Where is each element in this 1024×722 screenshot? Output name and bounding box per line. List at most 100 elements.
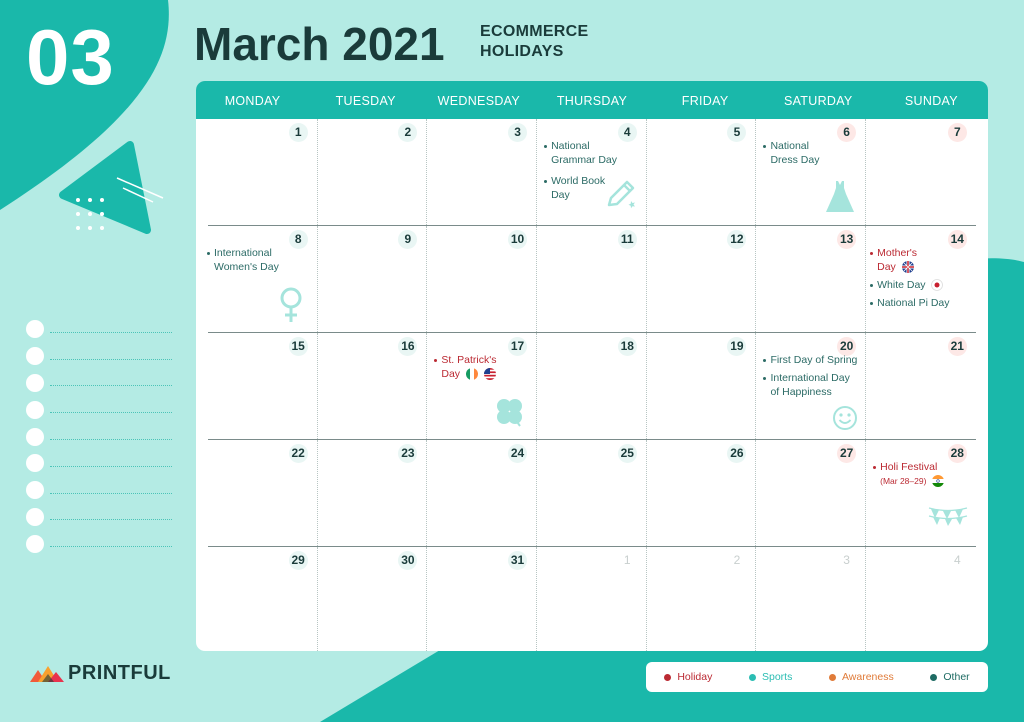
day-cell[interactable]: 2 — [318, 119, 428, 225]
india-flag-icon — [932, 475, 945, 488]
day-cell[interactable]: 21 — [866, 333, 976, 439]
day-cell[interactable]: 22 — [208, 440, 318, 546]
note-bullet — [26, 481, 44, 500]
legend-label: Holiday — [677, 671, 713, 683]
note-bullet — [26, 347, 44, 366]
day-cell[interactable]: 3 — [427, 119, 538, 225]
day-cell: 2 — [647, 547, 757, 651]
legend-item-holiday: Holiday — [664, 671, 712, 683]
day-number: 23 — [398, 444, 418, 463]
note-bullet — [26, 507, 44, 526]
day-cell[interactable]: 18 — [537, 333, 647, 439]
weekday-sunday: SUNDAY — [904, 94, 958, 108]
event-mothers-day: Mother's Day — [870, 246, 917, 274]
day-cell[interactable]: 20 First Day of Spring International Day… — [756, 333, 867, 439]
day-number: 7 — [947, 123, 967, 142]
day-number: 4 — [617, 123, 637, 142]
note-line — [50, 385, 172, 387]
day-cell[interactable]: 16 — [318, 333, 428, 439]
event-line: St. Patrick's — [441, 354, 497, 366]
calendar-grid: 1 2 3 4 National Grammar Day World Book Da… — [207, 119, 976, 651]
note-line — [50, 492, 172, 494]
event-line: Holi Festival — [880, 461, 938, 473]
event-international-day-of-happiness: International Day of Happiness — [763, 371, 850, 399]
weekday-header: MONDAY TUESDAY WEDNESDAY THURSDAY FRIDAY… — [196, 81, 988, 119]
dress-icon — [826, 181, 855, 212]
day-cell[interactable]: 31 — [427, 547, 538, 651]
note-row[interactable] — [26, 477, 172, 504]
weekday-wednesday: WEDNESDAY — [437, 94, 521, 108]
day-cell[interactable]: 30 — [318, 547, 428, 651]
day-number: 27 — [837, 444, 857, 463]
day-cell[interactable]: 9 — [318, 226, 428, 332]
day-cell[interactable]: 11 — [537, 226, 647, 332]
day-cell[interactable]: 5 — [647, 119, 757, 225]
week-row: 15 16 17 St. Patrick's Day 18 19 20 First… — [208, 333, 976, 440]
day-cell[interactable]: 4 National Grammar Day World Book Day — [537, 119, 647, 225]
day-number: 14 — [947, 230, 967, 249]
event-line: World Book — [551, 175, 606, 187]
day-number-next-month: 4 — [953, 553, 961, 567]
day-cell[interactable]: 15 — [208, 333, 318, 439]
day-number-next-month: 2 — [733, 553, 741, 567]
note-line — [50, 519, 172, 521]
day-number: 16 — [398, 337, 418, 356]
day-cell[interactable]: 28 Holi Festival (Mar 28–29) — [866, 440, 976, 546]
note-bullet — [26, 400, 44, 419]
note-row[interactable] — [26, 504, 172, 531]
day-cell[interactable]: 26 — [647, 440, 757, 546]
day-cell[interactable]: 1 — [208, 119, 318, 225]
pencil-icon — [607, 180, 636, 209]
day-number: 5 — [727, 123, 747, 142]
day-number: 30 — [398, 551, 418, 570]
event-holi-festival: Holi Festival (Mar 28–29) — [873, 460, 945, 488]
day-cell[interactable]: 8 International Women's Day — [207, 226, 318, 332]
day-number: 17 — [508, 337, 528, 356]
subtitle-line-1: ECOMMERCE — [480, 23, 589, 40]
note-row[interactable] — [26, 343, 172, 370]
note-row[interactable] — [26, 370, 172, 397]
day-cell[interactable]: 12 — [647, 226, 757, 332]
day-number: 21 — [947, 337, 967, 356]
day-number: 18 — [617, 337, 637, 356]
legend-label: Awareness — [841, 671, 894, 683]
usa-flag-icon — [483, 368, 496, 381]
legend-item-awareness: Awareness — [828, 671, 894, 683]
note-row[interactable] — [26, 450, 172, 477]
day-number-next-month: 3 — [843, 553, 850, 567]
note-row[interactable] — [26, 396, 172, 423]
day-cell[interactable]: 27 — [756, 440, 867, 546]
day-cell[interactable]: 14 Mother's Day White Day National Pi Day — [866, 226, 976, 332]
day-cell[interactable]: 10 — [427, 226, 538, 332]
day-number: 3 — [508, 123, 528, 142]
day-cell[interactable]: 25 — [537, 440, 647, 546]
day-cell[interactable]: 24 — [427, 440, 538, 546]
triangle-decoration — [59, 141, 164, 234]
day-cell[interactable]: 29 — [208, 547, 318, 651]
smiley-icon — [833, 406, 858, 430]
brand-name: PRINTFUL — [68, 662, 171, 684]
note-row[interactable] — [26, 530, 172, 557]
day-cell[interactable]: 7 — [866, 119, 976, 225]
note-line — [50, 331, 172, 333]
day-cell[interactable]: 23 — [318, 440, 428, 546]
note-row[interactable] — [26, 316, 172, 343]
day-cell[interactable]: 17 St. Patrick's Day — [427, 333, 538, 439]
page-title: March 2021 — [194, 18, 445, 70]
day-number: 9 — [398, 230, 418, 249]
day-cell[interactable]: 6 National Dress Day — [756, 119, 867, 225]
event-national-pi-day: National Pi Day — [870, 296, 950, 310]
legend-item-sports: Sports — [748, 671, 792, 683]
brand-logo: PRINTFUL — [30, 662, 171, 685]
day-number: 8 — [288, 230, 308, 249]
event-line: Grammar Day — [551, 154, 617, 166]
event-line: National — [770, 140, 809, 152]
day-cell[interactable]: 19 — [647, 333, 757, 439]
note-bullet — [26, 427, 44, 446]
day-number: 24 — [508, 444, 528, 463]
day-number: 13 — [837, 230, 857, 249]
note-row[interactable] — [26, 423, 172, 450]
day-number: 1 — [288, 123, 308, 142]
day-cell[interactable]: 13 — [756, 226, 867, 332]
event-line: Women's Day — [214, 261, 279, 273]
